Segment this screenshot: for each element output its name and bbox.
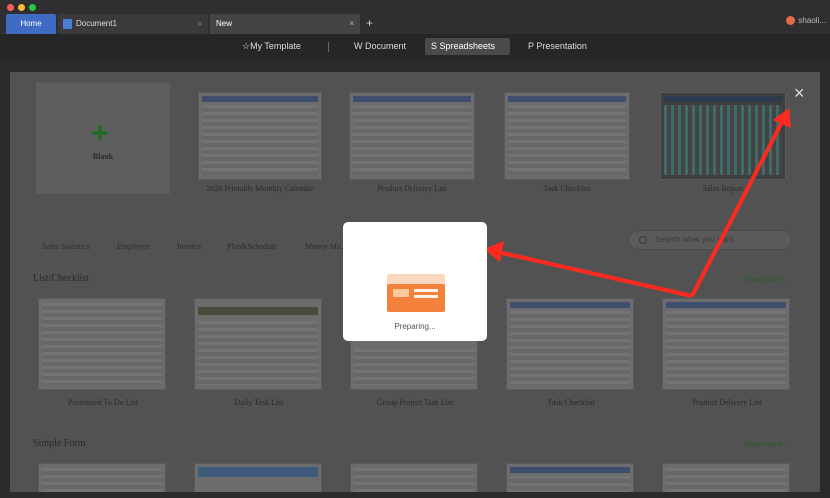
app-window: Home Document1 » New × + shaoli... ☆My T… bbox=[0, 0, 830, 498]
section-title-list-checklist: List/Checklist bbox=[33, 273, 90, 284]
template-caption: Prioritized To Do List bbox=[67, 398, 139, 407]
section-title-simple-form: Simple Form bbox=[33, 438, 86, 449]
template-caption: Sales Report bbox=[702, 184, 744, 193]
view-more-link[interactable]: View more → bbox=[744, 440, 792, 449]
template-thumbnail bbox=[662, 298, 790, 390]
tab-home-label: Home bbox=[20, 19, 42, 28]
filter-tag[interactable]: Money Ma... bbox=[305, 242, 346, 251]
template-card[interactable]: Task Checklist bbox=[502, 82, 632, 197]
template-caption: Daily Task List bbox=[234, 398, 284, 407]
close-tab-icon[interactable]: » bbox=[198, 14, 202, 34]
view-more-link[interactable]: View more → bbox=[744, 275, 792, 284]
new-tab-button[interactable]: + bbox=[366, 14, 373, 32]
maximize-window-icon[interactable] bbox=[29, 4, 36, 11]
title-bar: Home Document1 » New × + shaoli... bbox=[0, 0, 830, 34]
category-label: Presentation bbox=[536, 41, 587, 51]
template-thumbnail bbox=[198, 92, 322, 180]
category-document[interactable]: W Document bbox=[348, 38, 412, 55]
template-thumbnail[interactable] bbox=[350, 463, 478, 492]
minimize-window-icon[interactable] bbox=[18, 4, 25, 11]
plus-icon: + bbox=[91, 117, 109, 150]
close-window-icon[interactable] bbox=[7, 4, 14, 11]
document-icon: W bbox=[354, 41, 365, 51]
user-name: shaoli... bbox=[798, 16, 826, 25]
search-placeholder: Search what you want bbox=[655, 235, 734, 244]
avatar bbox=[786, 16, 796, 26]
template-card[interactable]: Prioritized To Do List bbox=[36, 294, 170, 409]
template-caption: Product Delivery List bbox=[377, 184, 447, 193]
close-icon[interactable]: × bbox=[794, 84, 805, 102]
template-thumbnail[interactable] bbox=[506, 463, 634, 492]
filter-tag[interactable]: Plan&Schedule bbox=[227, 242, 277, 251]
template-card[interactable]: 2020 Printable Monthly Calendar bbox=[196, 82, 324, 197]
template-thumbnail bbox=[38, 298, 166, 390]
template-card[interactable]: Daily Task List bbox=[192, 294, 326, 409]
template-thumbnail bbox=[349, 92, 475, 180]
template-caption: Group Project Task List bbox=[376, 398, 454, 407]
preparing-dialog: Preparing... bbox=[343, 222, 487, 341]
category-bar: ☆My Template W Document S Spreadsheets P… bbox=[0, 34, 830, 60]
template-thumbnail bbox=[504, 92, 630, 180]
preparing-status: Preparing... bbox=[394, 322, 436, 331]
template-card[interactable]: Product Delivery List bbox=[347, 82, 477, 197]
template-thumbnail bbox=[194, 298, 322, 390]
user-account[interactable]: shaoli... bbox=[786, 16, 826, 26]
tab-document1[interactable]: Document1 » bbox=[58, 14, 208, 34]
close-tab-icon[interactable]: × bbox=[349, 14, 354, 34]
filter-tag[interactable]: Employee bbox=[117, 242, 149, 251]
document-icon bbox=[63, 19, 72, 29]
tab-new-label: New bbox=[216, 19, 233, 28]
template-card[interactable]: Product Delivery List bbox=[660, 294, 794, 409]
template-caption: 2020 Printable Monthly Calendar bbox=[206, 184, 314, 193]
category-label: Document bbox=[365, 41, 407, 51]
tab-home[interactable]: Home bbox=[6, 14, 56, 34]
template-thumbnail[interactable] bbox=[662, 463, 790, 492]
category-my-template[interactable]: ☆My Template bbox=[236, 38, 307, 55]
template-card[interactable]: Sales Report bbox=[658, 82, 788, 197]
blank-label: Blank bbox=[92, 152, 114, 161]
blank-template-card[interactable]: + Blank bbox=[36, 82, 170, 194]
template-thumbnail[interactable] bbox=[194, 463, 322, 492]
tab-new[interactable]: New × bbox=[210, 14, 360, 34]
template-card[interactable]: Task Checklist bbox=[504, 294, 638, 409]
category-spreadsheets[interactable]: S Spreadsheets bbox=[425, 38, 510, 55]
filter-tag[interactable]: Invoice bbox=[177, 242, 201, 251]
template-thumbnail[interactable] bbox=[38, 463, 166, 492]
spreadsheet-illustration-icon bbox=[387, 274, 445, 312]
template-thumbnail bbox=[506, 298, 634, 390]
category-label: Spreadsheets bbox=[439, 41, 496, 51]
search-input[interactable]: Search what you want bbox=[628, 230, 792, 250]
template-caption: Task Checklist bbox=[543, 184, 591, 193]
filter-tag[interactable]: Sales Statistics bbox=[42, 242, 90, 251]
tab-document1-label: Document1 bbox=[76, 19, 117, 28]
search-icon bbox=[639, 236, 647, 244]
spreadsheet-icon: S bbox=[431, 41, 440, 51]
template-thumbnail bbox=[660, 92, 786, 180]
template-caption: Task Checklist bbox=[547, 398, 595, 407]
divider bbox=[328, 42, 329, 52]
template-caption: Product Delivery List bbox=[692, 398, 762, 407]
star-icon: ☆ bbox=[242, 41, 251, 51]
category-presentation[interactable]: P Presentation bbox=[522, 38, 593, 55]
category-label: My Template bbox=[250, 41, 301, 51]
